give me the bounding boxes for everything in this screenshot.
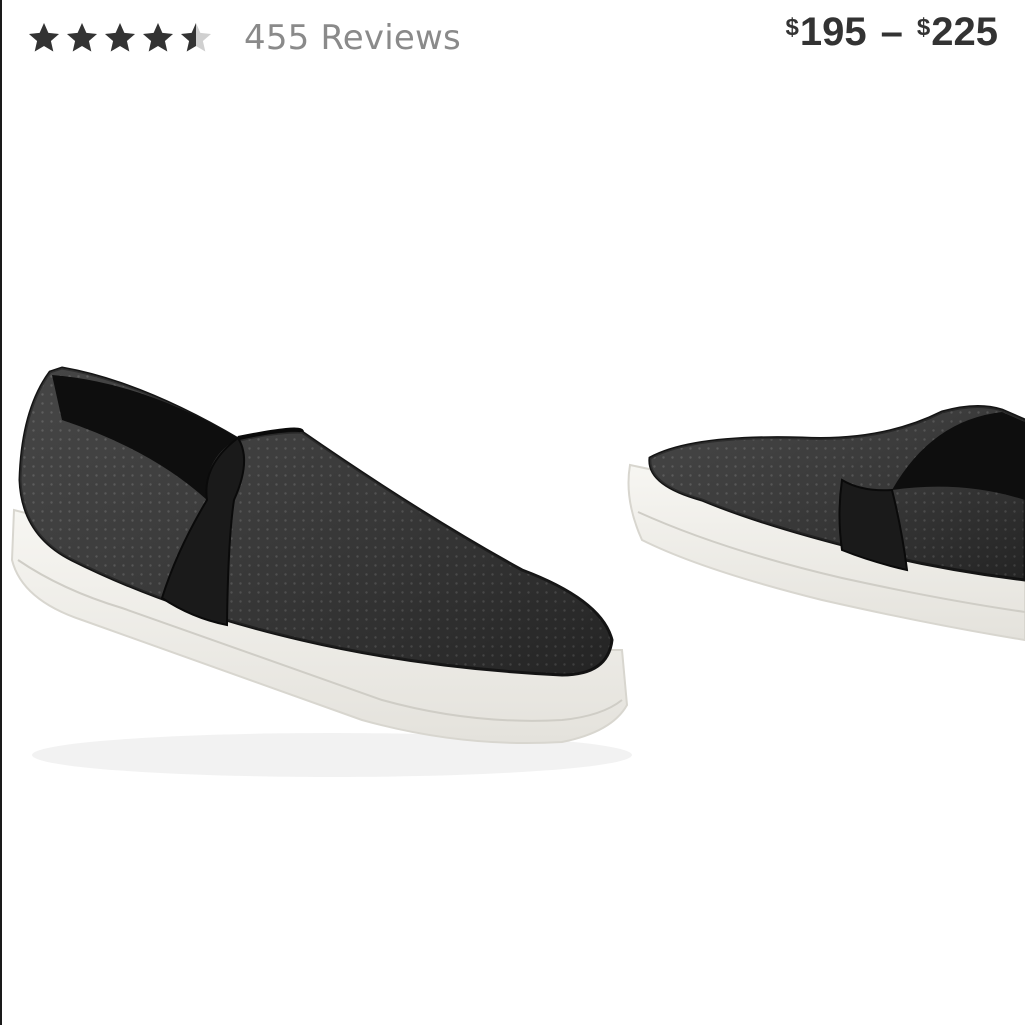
price-separator: –: [880, 10, 903, 54]
product-image-secondary[interactable]: [627, 405, 1025, 642]
price-high-currency: $: [916, 14, 931, 41]
star-half-icon: [181, 23, 211, 52]
product-image-main[interactable]: [10, 366, 632, 777]
price-low: 195: [799, 10, 867, 54]
product-gallery[interactable]: [2, 120, 1025, 980]
rating-summary[interactable]: 455 Reviews: [26, 18, 461, 58]
star-rating: [26, 20, 216, 56]
product-header: 455 Reviews $ 195 – $ 225: [0, 0, 1025, 80]
star-full-icon: [105, 23, 135, 52]
product-gallery-canvas: [10, 366, 1025, 777]
reviews-link[interactable]: 455 Reviews: [244, 18, 461, 58]
star-full-icon: [67, 23, 97, 52]
star-full-icon: [29, 23, 59, 52]
price-range: $ 195 – $ 225: [786, 10, 998, 55]
price-high: 225: [931, 10, 998, 54]
price-low-currency: $: [785, 14, 799, 41]
star-full-icon: [143, 23, 173, 52]
